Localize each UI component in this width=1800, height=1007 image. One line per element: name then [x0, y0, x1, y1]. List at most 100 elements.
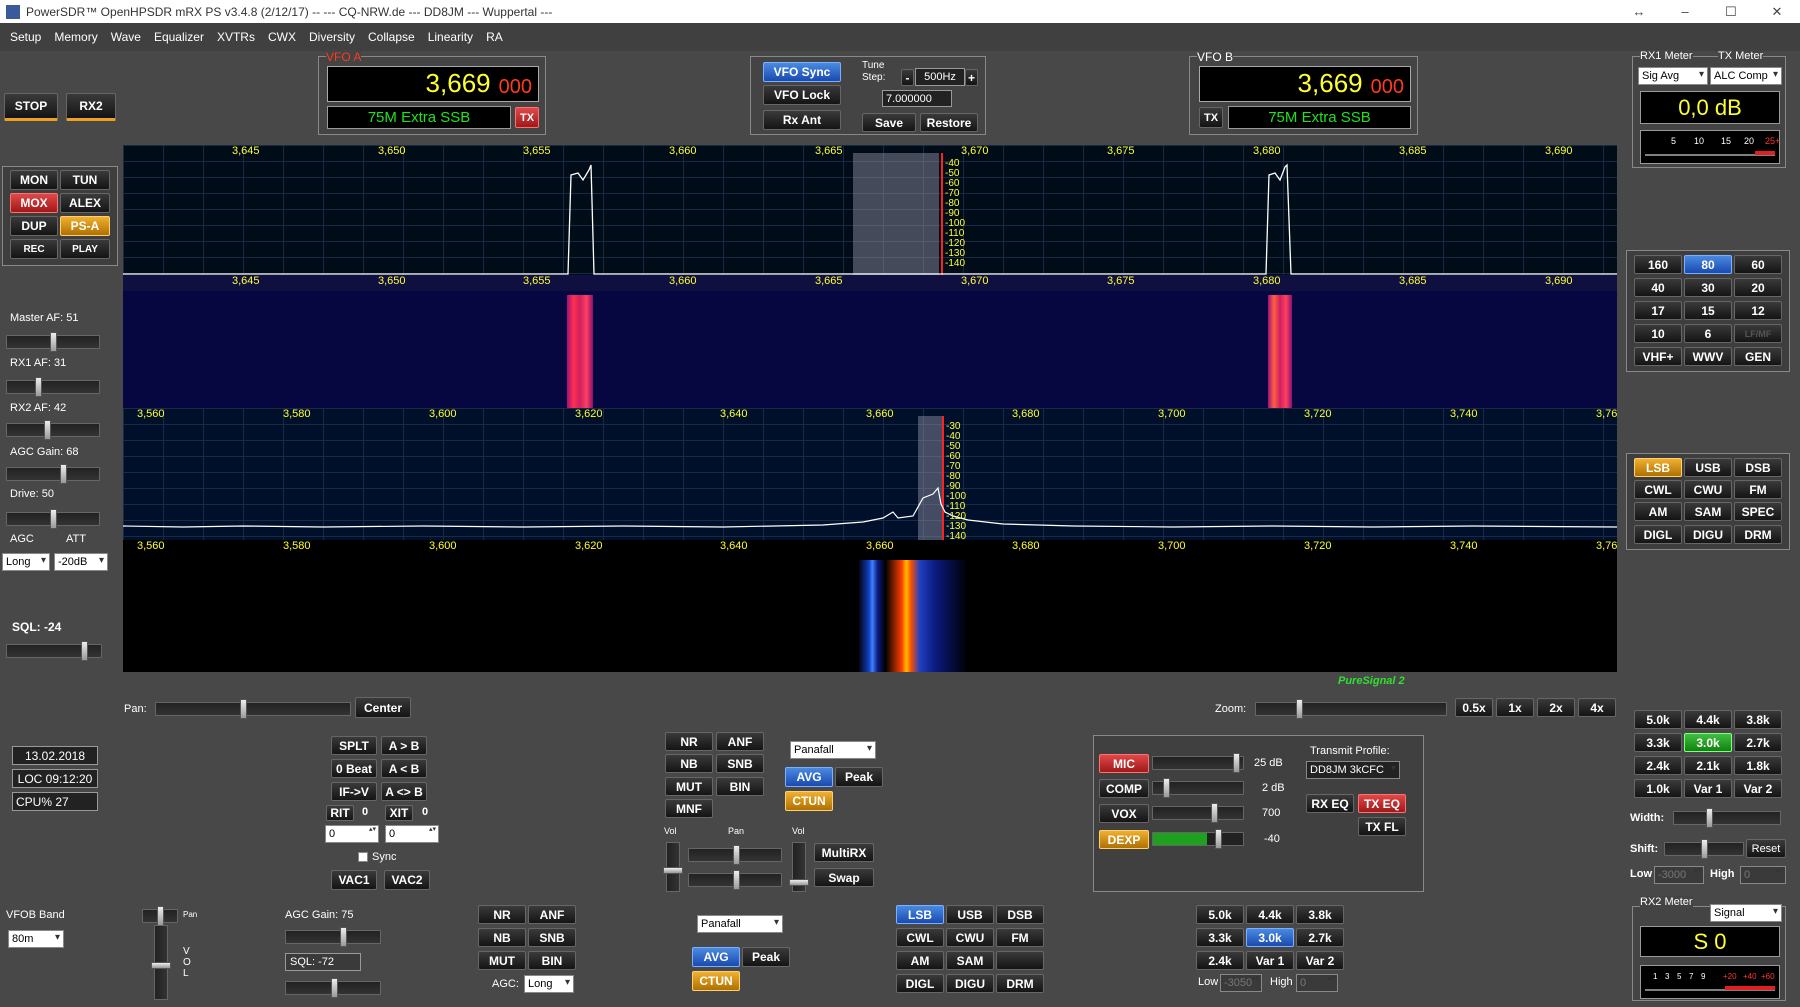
filter-low-spin[interactable]: -3000 — [1654, 866, 1704, 884]
rx2-nb-button[interactable]: NB — [478, 928, 526, 947]
b-to-a-button[interactable]: A < B — [381, 759, 427, 778]
rx2-mode-drm-button[interactable]: DRM — [996, 974, 1044, 993]
rec-button[interactable]: REC — [10, 239, 58, 259]
filter-3k3-button[interactable]: 3.3k — [1634, 733, 1682, 752]
rx1-pan-slider[interactable] — [688, 845, 782, 865]
rx2-bottom-pan-slider[interactable] — [142, 906, 178, 926]
rx2-mode-cwu-button[interactable]: CWU — [946, 928, 994, 947]
master-af-slider[interactable] — [6, 332, 100, 352]
rx2-mode-am-button[interactable]: AM — [896, 951, 944, 970]
rx2-pan-slider[interactable] — [688, 870, 782, 890]
rx1-meter-mode-select[interactable]: Sig Avg — [1638, 67, 1708, 85]
band-80-button[interactable]: 80 — [1684, 255, 1732, 274]
tx-filter-button[interactable]: TX FL — [1358, 817, 1406, 836]
mode-spec-button[interactable]: SPEC — [1734, 502, 1782, 521]
mode-am-button[interactable]: AM — [1634, 502, 1682, 521]
vfoa-tx-button[interactable]: TX — [515, 107, 539, 128]
rx2-af-slider[interactable] — [6, 420, 100, 440]
filter-1k0-button[interactable]: 1.0k — [1634, 779, 1682, 798]
rx2-filter-var2-button[interactable]: Var 2 — [1296, 951, 1344, 970]
menu-diversity[interactable]: Diversity — [309, 30, 355, 44]
rx2-filter-var1-button[interactable]: Var 1 — [1246, 951, 1294, 970]
menu-setup[interactable]: Setup — [10, 30, 41, 44]
rx2-ctun-button[interactable]: CTUN — [692, 971, 740, 991]
rx1-ctun-button[interactable]: CTUN — [785, 791, 833, 811]
shift-reset-button[interactable]: Reset — [1746, 839, 1786, 858]
rx2-high-spin[interactable]: 0 — [1296, 974, 1338, 992]
swap-ab-button[interactable]: A <> B — [381, 782, 427, 801]
rx1-snb-button[interactable]: SNB — [716, 754, 764, 773]
a-to-b-button[interactable]: A > B — [381, 736, 427, 755]
rx1-display-select[interactable]: Panafall — [790, 741, 876, 759]
rx1-af-slider[interactable] — [6, 377, 100, 397]
band-30-button[interactable]: 30 — [1684, 278, 1732, 297]
drive-slider[interactable] — [6, 509, 100, 529]
menu-linearity[interactable]: Linearity — [428, 30, 473, 44]
vac1-button[interactable]: VAC1 — [331, 870, 377, 890]
xit-button[interactable]: XIT — [385, 805, 413, 821]
rx2-filter-5k-button[interactable]: 5.0k — [1196, 905, 1244, 924]
tun-button[interactable]: TUN — [60, 170, 110, 190]
swap-button[interactable]: Swap — [814, 868, 874, 887]
rx2-peak-button[interactable]: Peak — [742, 947, 790, 967]
mox-button[interactable]: MOX — [10, 193, 58, 213]
zoom-05x-button[interactable]: 0.5x — [1455, 698, 1493, 717]
mic-slider[interactable] — [1152, 753, 1244, 773]
rx1-vol-slider[interactable] — [663, 842, 683, 892]
step-plus-button[interactable]: + — [965, 69, 978, 86]
band-60-button[interactable]: 60 — [1734, 255, 1782, 274]
filter-1k8-button[interactable]: 1.8k — [1734, 756, 1782, 775]
band-17-button[interactable]: 17 — [1634, 301, 1682, 320]
rx2-low-spin[interactable]: -3050 — [1220, 974, 1262, 992]
rx2-vol-slider[interactable] — [789, 842, 809, 892]
rx2-mute-button[interactable]: MUT — [478, 951, 526, 970]
mon-button[interactable]: MON — [10, 170, 58, 190]
rx2-waterfall[interactable] — [123, 556, 1617, 672]
filter-4k4-button[interactable]: 4.4k — [1684, 710, 1732, 729]
stop-button[interactable]: STOP — [4, 93, 58, 121]
band-6-button[interactable]: 6 — [1684, 324, 1732, 343]
menu-equalizer[interactable]: Equalizer — [154, 30, 204, 44]
mode-digu-button[interactable]: DIGU — [1684, 525, 1732, 544]
mic-button[interactable]: MIC — [1099, 754, 1149, 773]
menu-ra[interactable]: RA — [486, 30, 503, 44]
vfoa-display[interactable]: 3,669 000 — [327, 66, 539, 102]
att-select[interactable]: -20dB — [54, 553, 108, 571]
menu-cwx[interactable]: CWX — [268, 30, 296, 44]
rit-spin[interactable]: 0 — [325, 825, 379, 843]
center-button[interactable]: Center — [355, 697, 411, 718]
band-lfmf-button[interactable]: LF/MF — [1734, 324, 1782, 343]
mode-sam-button[interactable]: SAM — [1684, 502, 1732, 521]
rx2-nr-button[interactable]: NR — [478, 905, 526, 924]
rx2-anf-button[interactable]: ANF — [528, 905, 576, 924]
close-button[interactable]: ✕ — [1754, 0, 1800, 23]
save-button[interactable]: Save — [862, 113, 916, 132]
vfob-band-select[interactable]: 80m — [8, 930, 64, 948]
filter-var1-button[interactable]: Var 1 — [1684, 779, 1732, 798]
rx2-bottom-vol-slider[interactable] — [151, 925, 171, 1000]
band-wwv-button[interactable]: WWV — [1684, 347, 1732, 366]
mode-usb-button[interactable]: USB — [1684, 458, 1732, 477]
zoom-slider[interactable] — [1255, 699, 1447, 719]
psa-button[interactable]: PS-A — [60, 216, 110, 236]
band-15-button[interactable]: 15 — [1684, 301, 1732, 320]
rx2-panadapter[interactable]: 3,560 3,580 3,600 3,620 3,640 3,660 3,68… — [123, 408, 1617, 548]
filter-3k8-button[interactable]: 3.8k — [1734, 710, 1782, 729]
filter-5k-button[interactable]: 5.0k — [1634, 710, 1682, 729]
vac2-button[interactable]: VAC2 — [384, 870, 430, 890]
dexp-button[interactable]: DEXP — [1099, 830, 1149, 849]
vox-button[interactable]: VOX — [1099, 804, 1149, 823]
rx1-peak-button[interactable]: Peak — [835, 767, 883, 787]
rx-ant-button[interactable]: Rx Ant — [763, 110, 841, 130]
rx1-anf-button[interactable]: ANF — [716, 732, 764, 751]
rx1-waterfall[interactable] — [123, 291, 1617, 408]
sql-slider[interactable] — [6, 641, 102, 661]
rx2-filter-3k0-button[interactable]: 3.0k — [1246, 928, 1294, 947]
filter-3k0-button[interactable]: 3.0k — [1684, 733, 1732, 752]
rx2-avg-button[interactable]: AVG — [692, 947, 740, 967]
rx2-mode-dsb-button[interactable]: DSB — [996, 905, 1044, 924]
tx-eq-button[interactable]: TX EQ — [1358, 794, 1406, 813]
rx2-display-select[interactable]: Panafall — [697, 915, 783, 933]
vox-slider[interactable] — [1152, 803, 1244, 823]
band-12-button[interactable]: 12 — [1734, 301, 1782, 320]
